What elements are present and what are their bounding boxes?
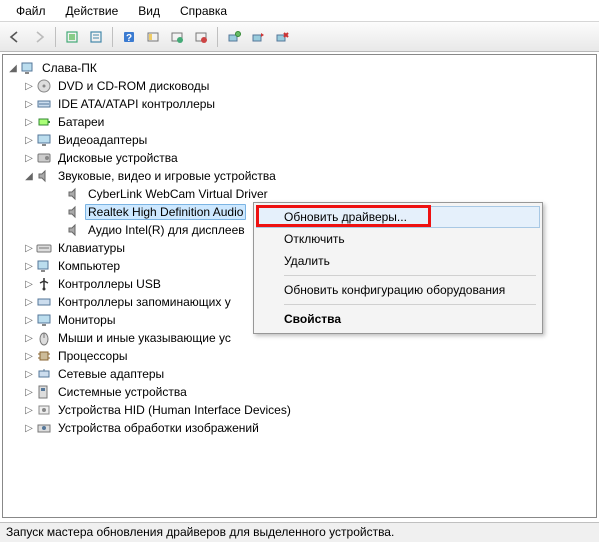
speaker-icon	[66, 222, 82, 238]
help-icon[interactable]: ?	[118, 26, 140, 48]
expand-icon[interactable]: ▷	[23, 423, 35, 434]
device-realtek[interactable]: Realtek High Definition Audio	[85, 204, 246, 220]
category-icon	[36, 150, 52, 166]
toolbar-btn-6[interactable]	[190, 26, 212, 48]
category-icon	[36, 420, 52, 436]
expand-icon[interactable]: ◢	[23, 171, 35, 182]
expand-icon[interactable]: ▷	[23, 279, 35, 290]
category-icon	[36, 276, 52, 292]
device-intelr[interactable]: Аудио Intel(R) для дисплеев	[85, 222, 248, 238]
category-icon	[36, 366, 52, 382]
tree-category-comp[interactable]: Компьютер	[55, 258, 123, 274]
tree-category-vid[interactable]: Видеоадаптеры	[55, 132, 150, 148]
ctx-separator	[284, 304, 536, 305]
status-text: Запуск мастера обновления драйверов для …	[6, 525, 394, 539]
root-node[interactable]: Слава-ПК	[39, 60, 100, 76]
ctx-separator	[284, 275, 536, 276]
expand-icon[interactable]: ▷	[23, 261, 35, 272]
category-icon	[36, 312, 52, 328]
computer-icon	[20, 60, 36, 76]
expand-icon[interactable]: ▷	[23, 243, 35, 254]
ctx-disable[interactable]: Отключить	[256, 228, 540, 250]
tree-category-net[interactable]: Сетевые адаптеры	[55, 366, 167, 382]
expand-icon[interactable]: ▷	[23, 333, 35, 344]
category-icon	[36, 294, 52, 310]
tree-category-proc[interactable]: Процессоры	[55, 348, 131, 364]
expand-icon[interactable]: ▷	[23, 153, 35, 164]
category-icon	[36, 168, 52, 184]
menu-help[interactable]: Справка	[170, 2, 237, 20]
tree-category-sys[interactable]: Системные устройства	[55, 384, 190, 400]
category-icon	[36, 384, 52, 400]
tree-category-stor[interactable]: Контроллеры запоминающих у	[55, 294, 234, 310]
collapse-icon[interactable]: ◢	[7, 63, 19, 74]
category-icon	[36, 96, 52, 112]
tree-category-mouse[interactable]: Мыши и иные указывающие ус	[55, 330, 234, 346]
category-icon	[36, 240, 52, 256]
ctx-update-drivers[interactable]: Обновить драйверы...	[256, 206, 540, 228]
svg-text:?: ?	[126, 33, 132, 44]
expand-icon[interactable]: ▷	[23, 315, 35, 326]
tree-category-kbd[interactable]: Клавиатуры	[55, 240, 128, 256]
tree-category-dvd[interactable]: DVD и CD-ROM дисководы	[55, 78, 212, 94]
tree-category-bat[interactable]: Батареи	[55, 114, 107, 130]
toolbar-btn-1[interactable]	[61, 26, 83, 48]
menu-file[interactable]: Файл	[6, 2, 56, 20]
ctx-refresh-config[interactable]: Обновить конфигурацию оборудования	[256, 279, 540, 301]
expand-icon[interactable]: ▷	[23, 297, 35, 308]
expand-icon[interactable]: ▷	[23, 135, 35, 146]
expand-icon[interactable]: ▷	[23, 351, 35, 362]
category-icon	[36, 402, 52, 418]
tree-category-hid[interactable]: Устройства HID (Human Interface Devices)	[55, 402, 294, 418]
category-icon	[36, 258, 52, 274]
update-driver-icon[interactable]	[247, 26, 269, 48]
expand-icon[interactable]: ▷	[23, 405, 35, 416]
toolbar: ?	[0, 22, 599, 52]
tree-category-disk[interactable]: Дисковые устройства	[55, 150, 181, 166]
tree-category-audio[interactable]: Звуковые, видео и игровые устройства	[55, 168, 279, 184]
expand-icon[interactable]: ▷	[23, 387, 35, 398]
toolbar-btn-2[interactable]	[85, 26, 107, 48]
toolbar-btn-5[interactable]	[166, 26, 188, 48]
expand-icon[interactable]: ▷	[23, 81, 35, 92]
speaker-icon	[66, 204, 82, 220]
speaker-icon	[66, 186, 82, 202]
menu-action[interactable]: Действие	[56, 2, 129, 20]
tree-category-ide[interactable]: IDE ATA/ATAPI контроллеры	[55, 96, 218, 112]
forward-button[interactable]	[28, 26, 50, 48]
status-bar: Запуск мастера обновления драйверов для …	[0, 522, 599, 542]
device-cyberlink[interactable]: CyberLink WebCam Virtual Driver	[85, 186, 271, 202]
category-icon	[36, 330, 52, 346]
expand-icon[interactable]: ▷	[23, 99, 35, 110]
tree-category-mon[interactable]: Мониторы	[55, 312, 118, 328]
category-icon	[36, 132, 52, 148]
tree-category-img[interactable]: Устройства обработки изображений	[55, 420, 262, 436]
ctx-properties[interactable]: Свойства	[256, 308, 540, 330]
category-icon	[36, 348, 52, 364]
scan-hardware-icon[interactable]	[223, 26, 245, 48]
expand-icon[interactable]: ▷	[23, 117, 35, 128]
expand-icon[interactable]: ▷	[23, 369, 35, 380]
menubar: Файл Действие Вид Справка	[0, 0, 599, 22]
context-menu: Обновить драйверы... Отключить Удалить О…	[253, 202, 543, 334]
menu-view[interactable]: Вид	[128, 2, 170, 20]
ctx-delete[interactable]: Удалить	[256, 250, 540, 272]
toolbar-btn-4[interactable]	[142, 26, 164, 48]
category-icon	[36, 114, 52, 130]
back-button[interactable]	[4, 26, 26, 48]
uninstall-icon[interactable]	[271, 26, 293, 48]
tree-category-usb[interactable]: Контроллеры USB	[55, 276, 164, 292]
category-icon	[36, 78, 52, 94]
